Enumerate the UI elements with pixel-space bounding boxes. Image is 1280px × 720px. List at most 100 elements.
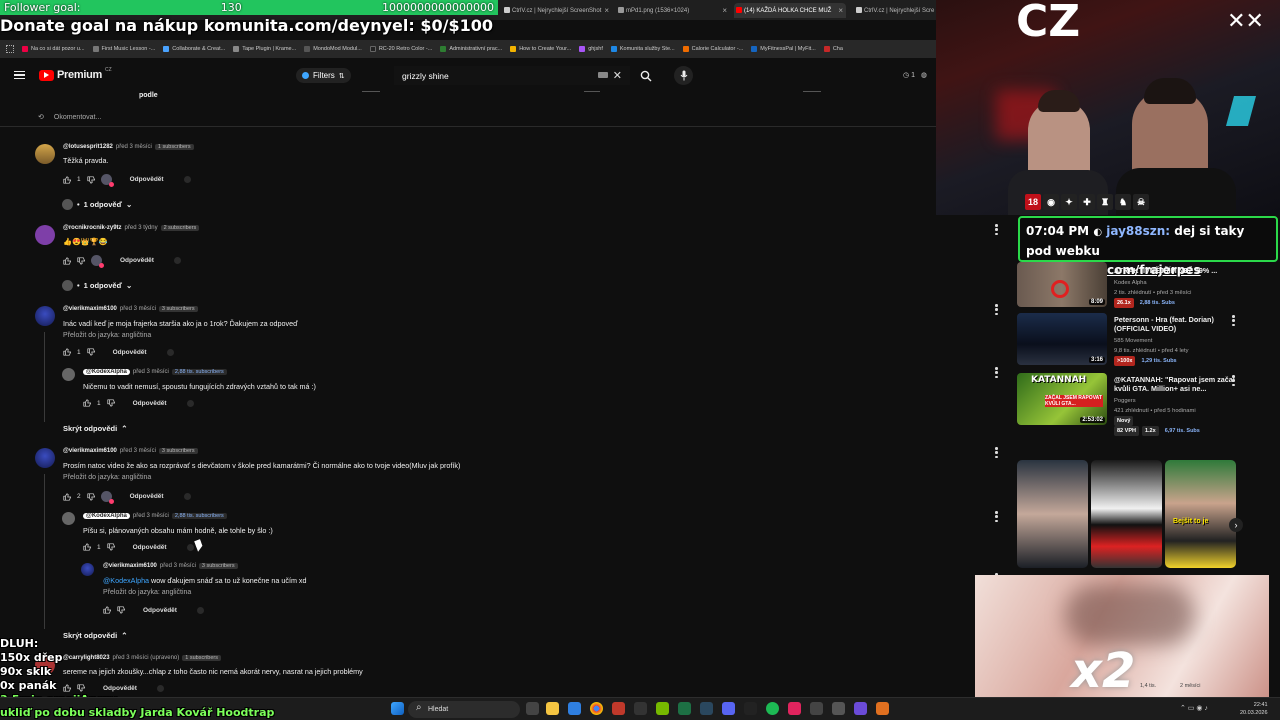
reply-button[interactable]: Odpovědět bbox=[130, 176, 164, 183]
hide-replies-button[interactable]: Skrýt odpovědi ⌃ bbox=[63, 424, 127, 433]
more-icon[interactable] bbox=[183, 176, 191, 183]
more-vert-icon[interactable] bbox=[995, 447, 998, 458]
file-explorer-icon[interactable] bbox=[546, 702, 559, 715]
excel-icon[interactable] bbox=[678, 702, 691, 715]
like-icon[interactable] bbox=[63, 684, 71, 692]
more-icon[interactable] bbox=[196, 606, 204, 614]
hide-replies-button[interactable]: Skrýt odpovědi ⌃ bbox=[63, 631, 127, 640]
reply-button[interactable]: Odpovědět bbox=[113, 349, 147, 356]
dislike-icon[interactable] bbox=[77, 684, 85, 692]
avatar[interactable] bbox=[35, 306, 55, 326]
app-icon[interactable] bbox=[854, 702, 867, 715]
dislike-icon[interactable] bbox=[77, 256, 85, 265]
more-icon[interactable] bbox=[173, 257, 181, 264]
channel-name[interactable]: 585 Movement bbox=[1114, 336, 1189, 346]
translate-link[interactable]: Přeložit do jazyka: angličtina bbox=[63, 332, 151, 339]
more-vert-icon[interactable] bbox=[1232, 315, 1235, 326]
search-button[interactable] bbox=[634, 66, 658, 85]
tab-close-icon[interactable]: × bbox=[838, 6, 843, 15]
like-icon[interactable] bbox=[63, 175, 71, 184]
store-icon[interactable] bbox=[568, 702, 581, 715]
short-thumbnail[interactable] bbox=[1091, 460, 1162, 568]
bookmark[interactable]: Na co si dát pozor u... bbox=[22, 46, 85, 52]
bookmark[interactable]: RC-20 Retro Color -... bbox=[369, 46, 432, 52]
translate-link[interactable]: Přeložit do jazyka: angličtina bbox=[103, 589, 191, 596]
avatar[interactable] bbox=[81, 563, 94, 576]
nvidia-icon[interactable] bbox=[656, 702, 669, 715]
more-vert-icon[interactable] bbox=[995, 511, 998, 522]
like-icon[interactable] bbox=[63, 492, 71, 501]
filters-button[interactable]: Filters ⇅ bbox=[296, 68, 351, 83]
more-vert-icon[interactable] bbox=[995, 304, 998, 315]
reply-button[interactable]: Odpovědět bbox=[103, 685, 137, 692]
clear-search-icon[interactable]: ✕ bbox=[613, 69, 622, 82]
avatar[interactable] bbox=[35, 144, 55, 164]
dislike-icon[interactable] bbox=[107, 399, 115, 407]
channel-name[interactable]: Poggers bbox=[1114, 396, 1206, 406]
more-vert-icon[interactable] bbox=[995, 224, 998, 235]
more-icon[interactable] bbox=[156, 684, 164, 692]
more-icon[interactable] bbox=[166, 348, 174, 356]
short-thumbnail[interactable] bbox=[1017, 460, 1088, 568]
bookmark[interactable]: ghjshf bbox=[579, 46, 603, 52]
like-icon[interactable] bbox=[103, 606, 111, 614]
more-icon[interactable] bbox=[186, 399, 194, 407]
menu-icon[interactable] bbox=[14, 71, 25, 79]
app-icon[interactable] bbox=[810, 702, 823, 715]
reply-button[interactable]: Odpovědět bbox=[130, 493, 164, 500]
like-icon[interactable] bbox=[63, 348, 71, 356]
voice-search-button[interactable] bbox=[674, 66, 693, 85]
reply-button[interactable]: Odpovědět bbox=[143, 607, 177, 614]
dislike-icon[interactable] bbox=[117, 606, 125, 614]
browser-tab[interactable]: mPd1.png (1536×1024) × bbox=[616, 3, 730, 18]
bookmark[interactable]: MondoMod Modul... bbox=[304, 46, 362, 52]
video-thumbnail[interactable]: 8:09 bbox=[1017, 262, 1107, 307]
keyboard-icon[interactable] bbox=[598, 72, 608, 78]
reply-button[interactable]: Odpovědět bbox=[133, 544, 167, 551]
add-comment-input[interactable]: ⟲ Okomentovat... bbox=[38, 113, 101, 122]
dislike-icon[interactable] bbox=[87, 348, 95, 356]
more-vert-icon[interactable] bbox=[995, 367, 998, 378]
reply-button[interactable]: Odpovědět bbox=[120, 257, 154, 264]
notifications-count[interactable]: ◷ 1 ◍ bbox=[903, 71, 927, 79]
search-input[interactable]: grizzly shine ✕ bbox=[394, 66, 630, 85]
app-icon[interactable] bbox=[612, 702, 625, 715]
chevron-right-icon[interactable]: › bbox=[1229, 518, 1243, 532]
bookmark[interactable]: Tape Plugin | Krame... bbox=[233, 46, 296, 52]
short-thumbnail[interactable]: Bejšit to je bbox=[1165, 460, 1236, 568]
avatar[interactable] bbox=[35, 225, 55, 245]
translate-link[interactable]: Přeložit do jazyka: angličtina bbox=[63, 474, 151, 481]
steam-icon[interactable] bbox=[700, 702, 713, 715]
bookmark[interactable]: How to Create Your... bbox=[510, 46, 571, 52]
mention-link[interactable]: @KodexAlpha bbox=[103, 576, 149, 585]
avatar[interactable] bbox=[62, 512, 75, 525]
windows-start-icon[interactable] bbox=[391, 702, 404, 715]
like-icon[interactable] bbox=[83, 543, 91, 551]
taskbar-clock[interactable]: 22:41 20.03.2026 bbox=[1240, 701, 1268, 717]
bookmark[interactable]: Administrativní prac... bbox=[440, 46, 502, 52]
apps-grid-icon[interactable] bbox=[6, 45, 14, 53]
video-thumbnail[interactable]: KATANNAH ZAČAL JSEM RAPOVAT KVŮLI GTA...… bbox=[1017, 373, 1107, 425]
bookmark[interactable]: Komunita služby Ste... bbox=[610, 46, 675, 52]
channel-name[interactable]: Kodex Alpha bbox=[1114, 278, 1191, 288]
avatar[interactable] bbox=[35, 448, 55, 468]
browser-tab[interactable]: CtrlV.cz | Nejrychlejší Scre bbox=[854, 3, 936, 18]
dislike-icon[interactable] bbox=[107, 543, 115, 551]
avatar[interactable] bbox=[62, 368, 75, 381]
more-icon[interactable] bbox=[186, 543, 194, 551]
more-vert-icon[interactable] bbox=[1232, 375, 1235, 386]
bookmark[interactable]: Calorie Calculator -... bbox=[682, 46, 743, 52]
more-icon[interactable] bbox=[183, 493, 191, 500]
show-replies-button[interactable]: • 1 odpověď ⌄ bbox=[62, 280, 132, 291]
spotify-icon[interactable] bbox=[766, 702, 779, 715]
active-app-icon[interactable] bbox=[788, 702, 801, 715]
show-replies-button[interactable]: • 1 odpověď ⌄ bbox=[62, 199, 132, 210]
bookmark[interactable]: Collaborate & Creat... bbox=[163, 46, 225, 52]
dislike-icon[interactable] bbox=[87, 175, 95, 184]
youtube-logo[interactable]: Premium CZ bbox=[39, 67, 112, 81]
tray-icons[interactable]: ⌃ ▭ ◉ ♪ bbox=[1180, 704, 1208, 712]
tab-close-icon[interactable]: × bbox=[722, 6, 727, 15]
task-view-icon[interactable] bbox=[526, 702, 539, 715]
browser-tab[interactable]: CtrlV.cz | Nejrychlejší ScreenShot × bbox=[502, 3, 612, 18]
reply-button[interactable]: Odpovědět bbox=[133, 400, 167, 407]
